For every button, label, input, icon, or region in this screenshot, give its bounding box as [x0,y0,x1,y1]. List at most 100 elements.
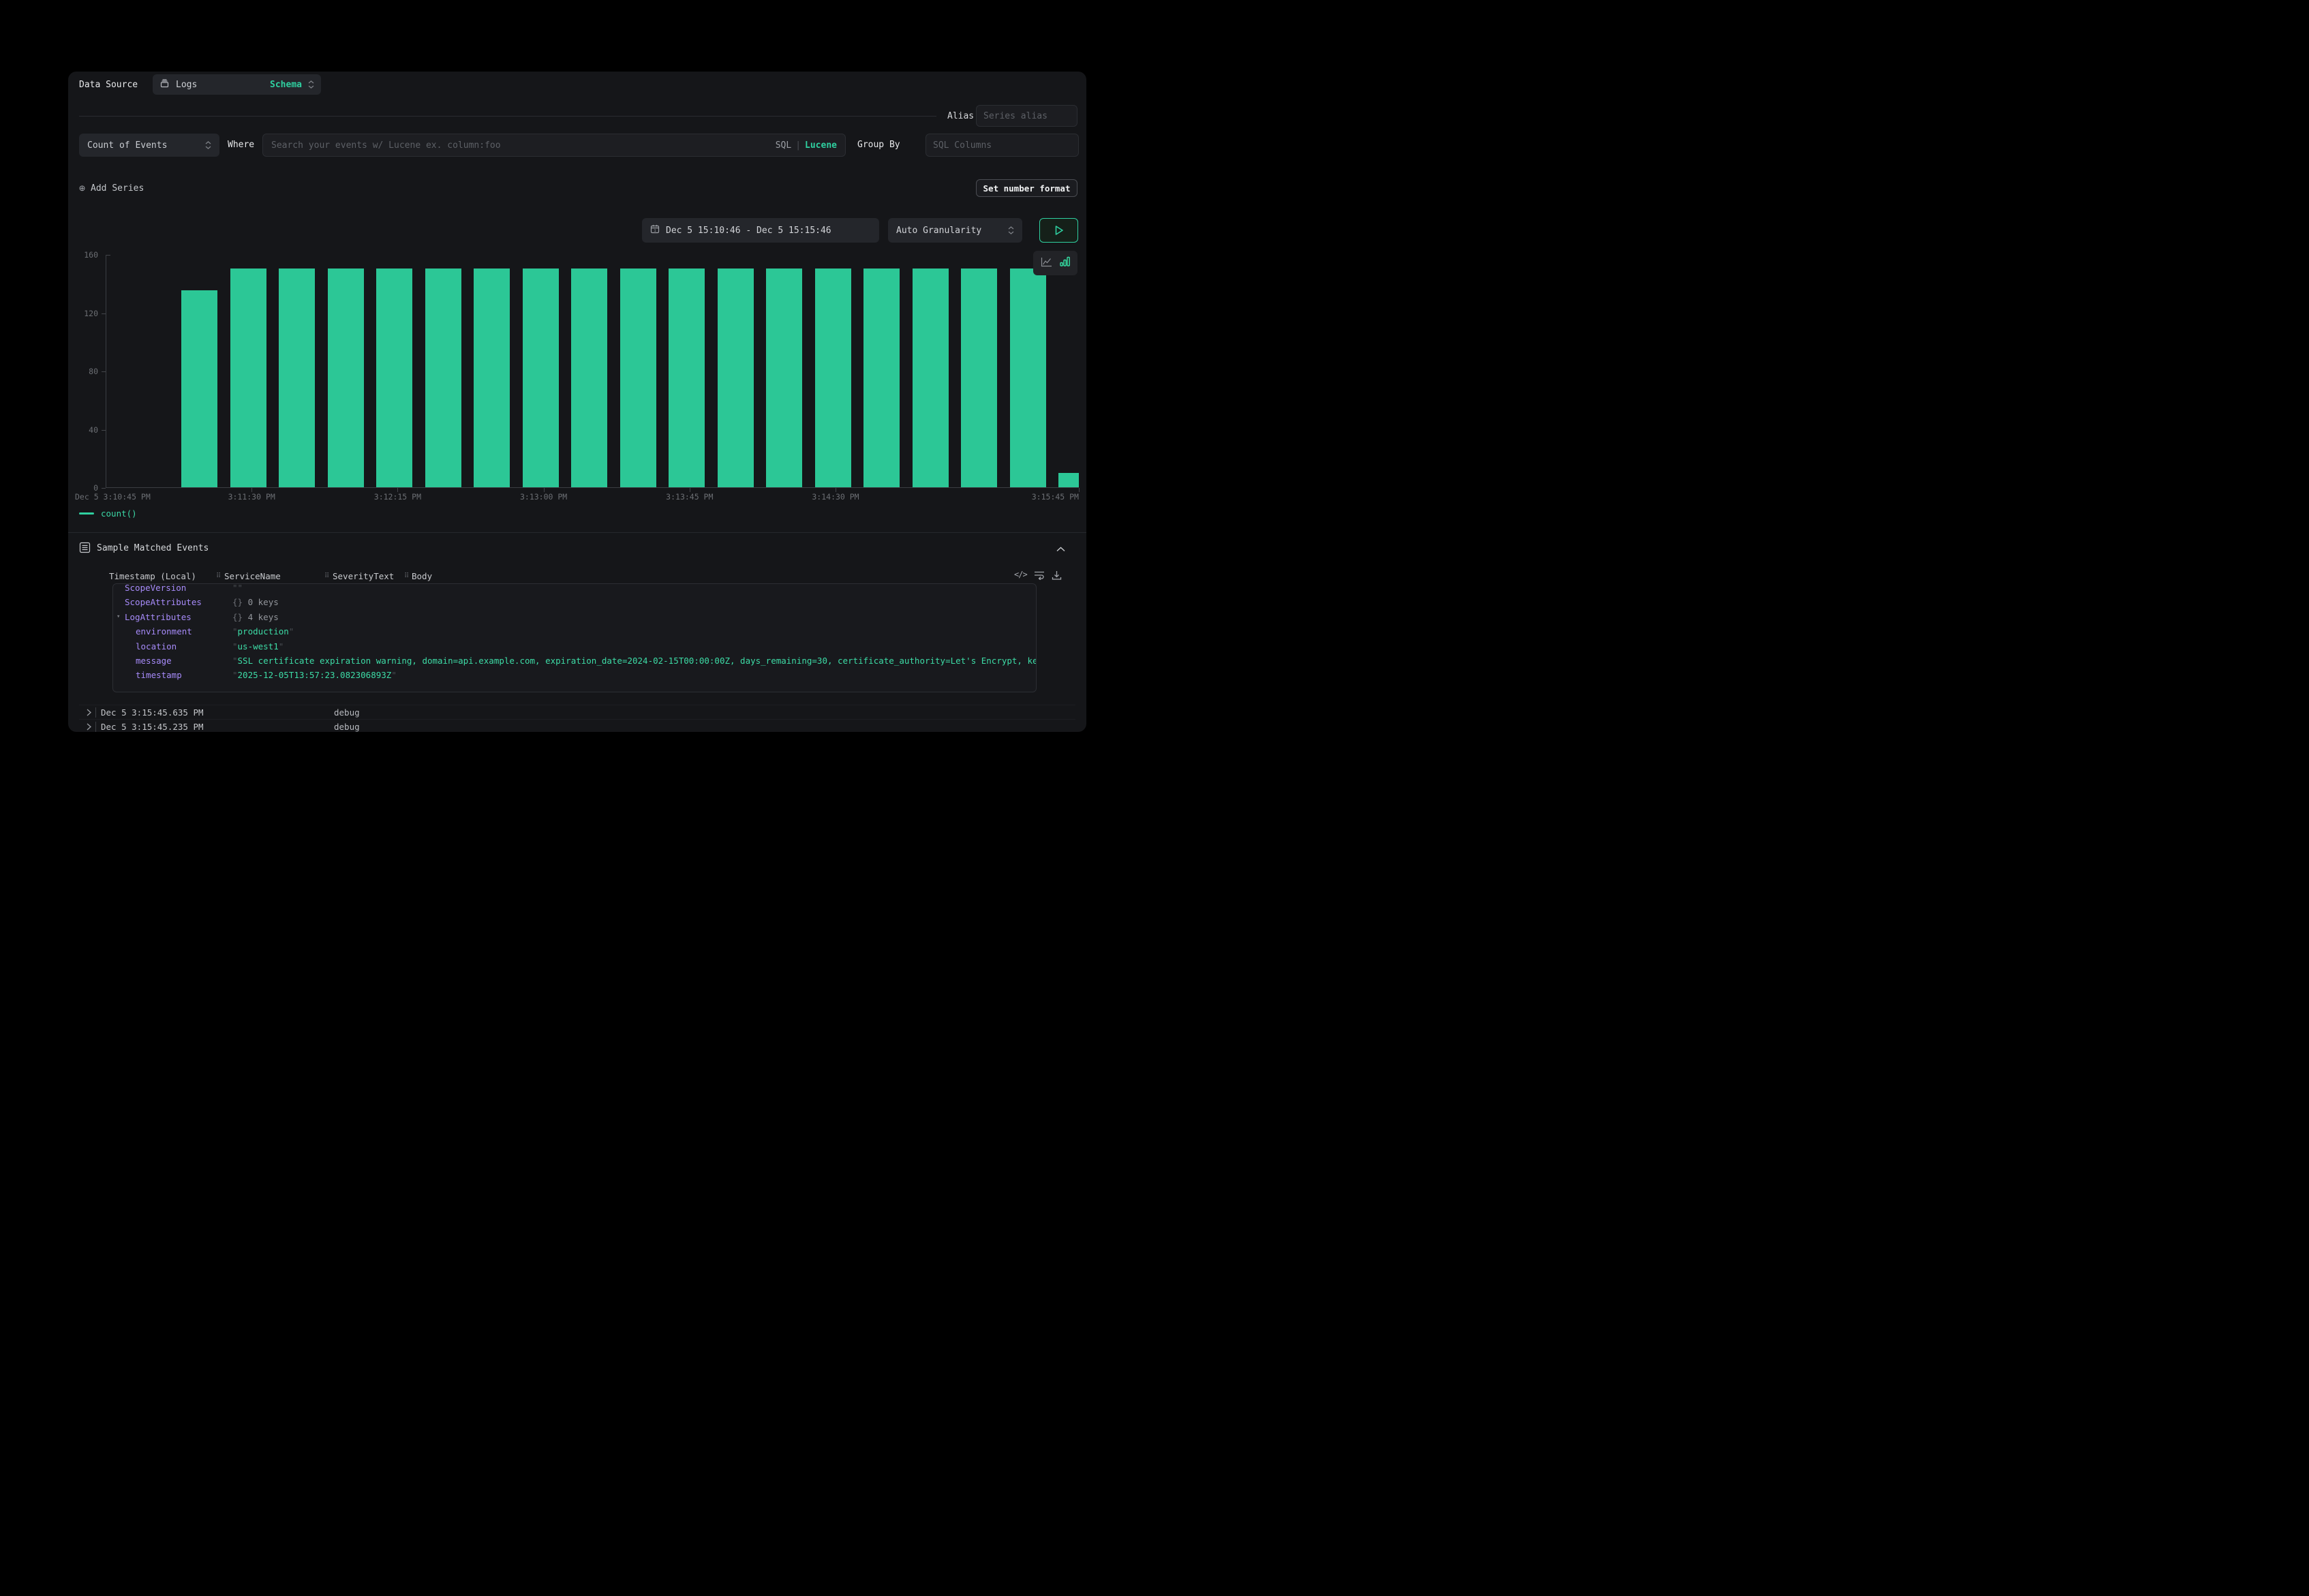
json-field-row[interactable]: ScopeAttributes {} 0 keys [113,597,1036,611]
axis-tick [102,371,106,372]
json-value: "" [232,583,243,593]
granularity-value: Auto Granularity [896,226,981,236]
axis-tick [102,430,106,431]
chart-bar[interactable] [718,268,754,487]
search-input[interactable] [271,140,770,151]
json-field-row[interactable]: environment"production" [113,626,1036,641]
schema-link[interactable]: Schema [270,80,302,90]
x-tick-label: Dec 5 3:10:45 PM [75,492,151,502]
axis-tick [102,313,106,314]
data-source-label: Data Source [79,80,138,90]
chart-bar[interactable] [523,268,559,487]
axis-tick [1079,488,1080,492]
json-field-row[interactable]: message"SSL certificate expiration warni… [113,656,1036,670]
event-table-row[interactable]: Dec 5 3:15:45.235 PMdebug [79,719,1075,732]
legend-swatch [79,512,94,515]
json-field-row[interactable]: ▾LogAttributes{} 4 keys [113,612,1036,626]
svg-text:1: 1 [654,229,656,233]
expand-chevron-icon[interactable] [87,709,91,719]
set-number-format-button[interactable]: Set number format [976,179,1077,197]
chart-bar[interactable] [863,268,900,487]
x-tick-label: 3:13:45 PM [666,492,713,502]
json-value: {} 0 keys [232,597,279,607]
json-value: "SSL certificate expiration warning, dom… [232,656,1037,666]
chart-bar[interactable] [571,268,607,487]
chart-bar[interactable] [181,290,217,487]
divider [79,116,936,117]
language-toggle: SQL | Lucene [776,140,837,151]
json-field-row[interactable]: timestamp"2025-12-05T13:57:23.082306893Z… [113,670,1036,684]
query-builder-card: Data Source Logs Schema Alias Count of E… [68,72,1086,732]
chart-bar[interactable] [815,268,851,487]
json-key: environment [136,626,192,636]
chart-bar[interactable] [766,268,802,487]
json-field-row[interactable]: location "us-west1" [113,641,1036,656]
sql-toggle[interactable]: SQL [776,140,791,151]
y-tick-label: 160 [68,250,98,260]
drag-handle-icon[interactable]: ⠿ [324,572,329,580]
drag-handle-icon[interactable]: ⠿ [216,572,221,580]
events-panel-title: Sample Matched Events [97,543,209,553]
expand-chevron-icon[interactable] [87,723,91,732]
axis-tick [106,255,110,256]
column-header-body[interactable]: Body [412,571,432,581]
chart-bar[interactable] [620,268,656,487]
chart-bar[interactable] [376,268,412,487]
bar-chart-icon[interactable] [1060,256,1071,270]
axis-tick [102,488,106,489]
caret-down-icon[interactable]: ▾ [117,613,120,620]
chevron-updown-icon [308,80,314,89]
chart-bar[interactable] [1010,268,1046,487]
json-field-row[interactable]: ScopeVersion"" [113,583,1036,597]
chart-bar[interactable] [474,268,510,487]
y-tick-label: 120 [68,309,98,318]
json-key: ScopeAttributes [125,597,202,607]
event-severity: debug [334,707,360,718]
event-timestamp: Dec 5 3:15:45.635 PM [101,707,204,718]
column-header-severitytext[interactable]: SeverityText [333,571,394,581]
chart-bar[interactable] [913,268,949,487]
chart-bar[interactable] [279,268,315,487]
chart-type-toggle [1033,251,1077,275]
run-query-button[interactable] [1039,218,1078,243]
event-timestamp: Dec 5 3:15:45.235 PM [101,722,204,732]
add-series-label: Add Series [91,183,144,194]
search-input-wrap: SQL | Lucene [262,134,846,157]
collapse-chevron-icon[interactable] [1056,544,1065,555]
line-chart-icon[interactable] [1041,257,1052,270]
chart-bar[interactable] [230,268,266,487]
json-value: {} 4 keys [232,612,279,622]
lucene-toggle[interactable]: Lucene [805,140,837,151]
data-source-select[interactable]: Logs Schema [153,74,321,95]
chart-legend[interactable]: count() [79,508,137,519]
chart-bar[interactable] [1058,473,1079,487]
y-tick-label: 0 [68,483,98,493]
column-separator [95,707,96,718]
group-by-input[interactable] [926,134,1079,157]
chart-bar[interactable] [961,268,997,487]
download-icon[interactable] [1052,570,1062,583]
alias-label: Alias [947,111,974,121]
json-key: location [136,641,177,651]
alias-input[interactable] [976,105,1077,127]
date-range-picker[interactable]: 1 Dec 5 15:10:46 - Dec 5 15:15:46 [642,218,879,243]
drag-handle-icon[interactable]: ⠿ [404,572,409,580]
aggregation-select[interactable]: Count of Events [79,134,219,157]
bar-chart-plot[interactable] [106,255,1079,488]
chart-bar[interactable] [669,268,705,487]
chart-bar[interactable] [425,268,461,487]
event-table-row[interactable]: Dec 5 3:15:45.635 PM debug [79,705,1075,719]
list-icon [79,542,91,556]
column-header-timestamp[interactable]: Timestamp (Local) [109,571,196,581]
json-value: "us-west1" [232,641,284,651]
database-icon [159,78,170,91]
wrap-text-icon[interactable] [1034,570,1045,583]
chart-bar[interactable] [328,268,364,487]
y-tick-label: 80 [68,367,98,376]
column-header-servicename[interactable]: ServiceName [224,571,281,581]
group-by-label: Group By [857,140,900,150]
granularity-select[interactable]: Auto Granularity [888,218,1022,243]
code-view-icon[interactable]: </> [1014,570,1027,579]
add-series-button[interactable]: ⊕ Add Series [79,183,144,194]
date-range-value: Dec 5 15:10:46 - Dec 5 15:15:46 [666,226,831,236]
